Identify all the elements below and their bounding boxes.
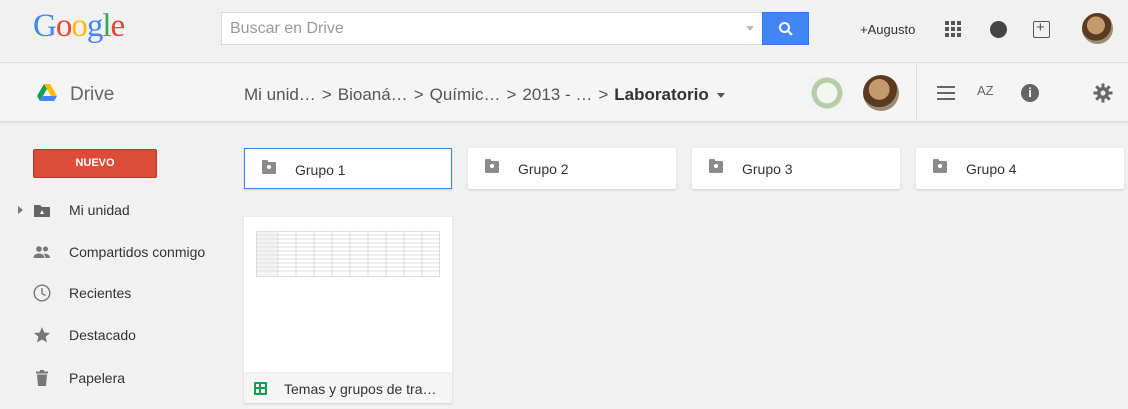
gear-icon[interactable] (1093, 83, 1113, 103)
search-button[interactable] (762, 12, 809, 45)
info-icon[interactable]: i (1021, 84, 1039, 102)
sidebar-item-shared-with-me[interactable]: Compartidos conmigo (0, 234, 230, 270)
star-icon (34, 327, 50, 343)
breadcrumb-item[interactable]: Químic… (430, 85, 501, 105)
file-grid: Grupo 1 Grupo 2 Grupo 3 Grupo 4 Temas y … (230, 123, 1128, 409)
breadcrumb-separator: > (321, 85, 332, 104)
sidebar-item-my-drive[interactable]: Mi unidad (0, 192, 230, 228)
folder-owner-avatar[interactable] (808, 76, 846, 110)
sidebar: NUEVO Mi unidad Compartidos conmigo Reci… (0, 123, 230, 409)
drive-title[interactable]: Drive (70, 84, 114, 106)
folder-card[interactable]: Grupo 3 (692, 148, 900, 189)
spreadsheet-icon (254, 382, 267, 395)
breadcrumb-separator: > (506, 85, 517, 104)
shared-folder-icon (262, 160, 276, 174)
drive-header-bar: Drive Mi unid… > Bioaná… > Químic… > 201… (0, 64, 1128, 122)
logo-letter: l (102, 8, 111, 44)
search-options-caret-icon[interactable] (746, 26, 754, 31)
sidebar-item-starred[interactable]: Destacado (0, 317, 230, 353)
folder-card[interactable]: Grupo 2 (468, 148, 676, 189)
expand-arrow-icon[interactable] (18, 206, 23, 214)
drive-logo-icon[interactable] (37, 84, 57, 102)
spreadsheet-thumbnail (244, 217, 452, 373)
breadcrumb-separator: > (413, 85, 424, 104)
sidebar-item-label: Compartidos conmigo (69, 244, 206, 260)
logo-letter: e (110, 8, 126, 44)
shared-folder-icon (933, 159, 947, 173)
search-input[interactable] (222, 13, 722, 44)
folder-name: Grupo 1 (295, 162, 346, 178)
sort-az-icon[interactable]: AZ (977, 83, 994, 98)
user-profile-link[interactable]: +Augusto (860, 22, 915, 37)
collaborator-avatar[interactable] (863, 75, 899, 111)
chevron-down-icon (716, 93, 725, 99)
share-plus-icon[interactable] (1033, 19, 1050, 38)
current-folder-label: Laboratorio (614, 85, 709, 104)
sidebar-item-label: Destacado (69, 327, 136, 343)
google-top-bar: Google +Augusto (0, 0, 1128, 63)
clock-icon (33, 284, 51, 302)
file-card[interactable]: Temas y grupos de tra… (244, 217, 452, 403)
logo-letter: G (33, 8, 57, 44)
sidebar-item-recent[interactable]: Recientes (0, 275, 230, 311)
shared-folder-icon (709, 159, 723, 173)
toolbar-divider (916, 64, 917, 122)
breadcrumb: Mi unid… > Bioaná… > Químic… > 2013 - … … (244, 85, 725, 105)
search-icon (779, 22, 793, 36)
sidebar-item-label: Papelera (69, 370, 126, 386)
search-box (221, 12, 762, 45)
file-footer: Temas y grupos de tra… (244, 373, 452, 403)
spreadsheet-preview-image (256, 231, 440, 277)
breadcrumb-separator: > (598, 85, 609, 104)
google-logo[interactable]: Google (33, 8, 126, 45)
account-avatar[interactable] (1082, 13, 1113, 44)
trash-icon (36, 370, 48, 386)
folder-card[interactable]: Grupo 4 (916, 148, 1124, 189)
folder-card[interactable]: Grupo 1 (244, 148, 452, 189)
breadcrumb-item[interactable]: Bioaná… (338, 85, 408, 105)
notifications-bell-icon[interactable] (990, 21, 1007, 38)
sidebar-item-label: Recientes (69, 285, 132, 301)
list-view-icon[interactable] (937, 86, 955, 100)
folder-name: Grupo 4 (966, 161, 1017, 177)
logo-letter: o (71, 8, 87, 44)
folder-name: Grupo 2 (518, 161, 569, 177)
drive-folder-icon (34, 205, 50, 217)
file-name: Temas y grupos de tra… (284, 381, 437, 397)
breadcrumb-current-folder[interactable]: Laboratorio (614, 85, 725, 105)
sidebar-item-label: Mi unidad (69, 202, 130, 218)
sidebar-item-trash[interactable]: Papelera (0, 360, 230, 396)
breadcrumb-item[interactable]: 2013 - … (522, 85, 592, 105)
logo-letter: o (55, 8, 72, 44)
logo-letter: g (86, 8, 103, 44)
folder-name: Grupo 3 (742, 161, 793, 177)
apps-grid-icon[interactable] (945, 21, 961, 37)
shared-folder-icon (485, 159, 499, 173)
new-button[interactable]: NUEVO (33, 149, 157, 178)
people-icon (33, 246, 50, 258)
breadcrumb-item[interactable]: Mi unid… (244, 85, 316, 105)
